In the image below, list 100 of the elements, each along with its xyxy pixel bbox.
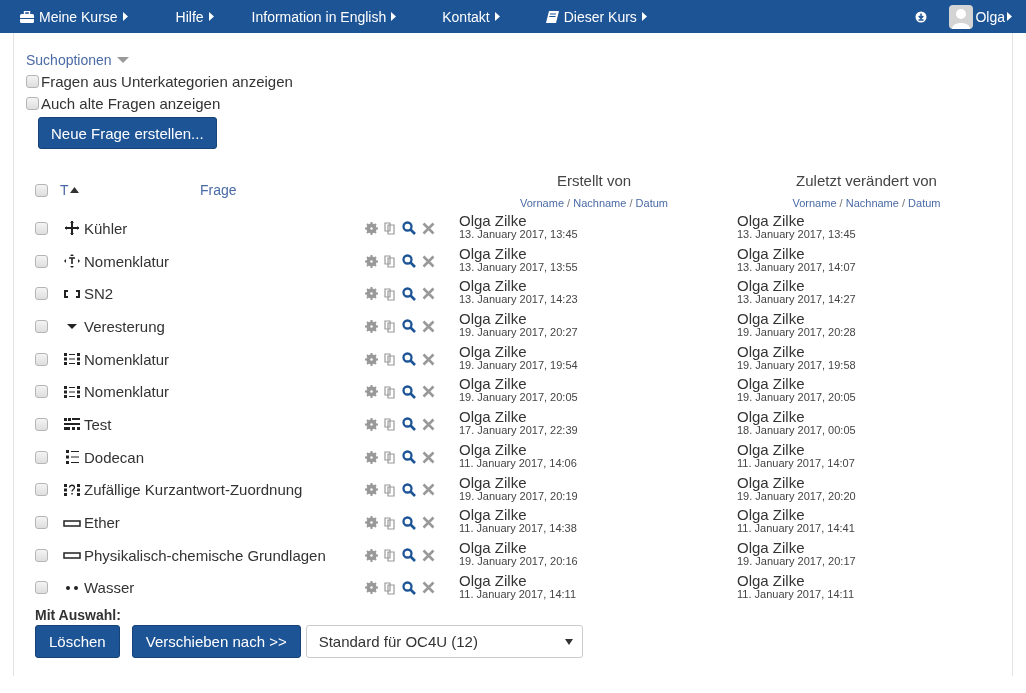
caret-icon (494, 12, 500, 21)
delete-icon[interactable] (422, 483, 435, 497)
checkbox[interactable] (35, 287, 48, 301)
nav-menu[interactable]: Kontakt (442, 8, 500, 25)
nav-menu[interactable]: Hilfe (175, 8, 214, 25)
question-name: Kühler (84, 219, 129, 237)
delete-icon[interactable] (422, 319, 435, 333)
author-name: Olga Zilke (737, 278, 805, 294)
delete-icon[interactable] (422, 254, 435, 268)
search-icon[interactable] (402, 450, 416, 465)
copy-icon[interactable] (384, 482, 396, 497)
search-icon[interactable] (402, 319, 416, 334)
copy-icon[interactable] (384, 417, 396, 432)
gear-icon[interactable] (365, 287, 378, 301)
search-icon[interactable] (402, 580, 416, 595)
question-match-icon (64, 482, 80, 497)
copy-icon[interactable] (384, 352, 396, 367)
search-icon[interactable] (402, 286, 416, 301)
create-question-button[interactable]: Neue Frage erstellen... (38, 117, 217, 149)
matching-list-icon (64, 384, 80, 399)
gear-icon[interactable] (365, 581, 378, 595)
sort-link[interactable]: Datum (635, 197, 668, 209)
gear-icon[interactable] (365, 352, 378, 366)
copy-icon[interactable] (384, 515, 396, 530)
type-sort-link[interactable]: T (60, 182, 69, 198)
timestamp: 19. January 2017, 20:20 (737, 490, 857, 502)
gear-icon[interactable] (365, 516, 378, 530)
search-icon[interactable] (402, 384, 416, 399)
category-select[interactable]: Standard für OC4U (12) (305, 625, 583, 659)
bullet-list-icon (64, 450, 80, 465)
copy-icon[interactable] (384, 580, 396, 595)
gear-icon[interactable] (365, 221, 378, 235)
delete-icon[interactable] (422, 352, 435, 366)
timestamp: 11. January 2017, 14:11 (737, 588, 855, 600)
sort-link[interactable]: Nachname (845, 197, 899, 209)
timestamp: 19. January 2017, 20:05 (459, 392, 579, 404)
checkbox[interactable] (35, 385, 48, 399)
sort-link[interactable]: Vorname (792, 197, 837, 209)
checkbox[interactable] (35, 516, 48, 530)
gear-icon[interactable] (365, 548, 378, 562)
checkbox[interactable] (35, 548, 48, 562)
sort-link[interactable]: Datum (908, 197, 941, 209)
copy-icon[interactable] (384, 286, 396, 301)
gear-icon[interactable] (365, 417, 378, 431)
checkbox[interactable] (35, 417, 48, 431)
delete-icon[interactable] (422, 385, 435, 399)
move-button[interactable]: Verschieben nach >> (131, 625, 301, 659)
checkbox[interactable] (35, 450, 48, 464)
checkbox[interactable] (35, 581, 48, 595)
briefcase-icon (20, 10, 34, 23)
two-dots-icon (66, 585, 78, 590)
copy-icon[interactable] (384, 548, 396, 563)
gear-icon[interactable] (365, 483, 378, 497)
checkbox[interactable] (35, 483, 48, 497)
search-options-link[interactable]: Suchoptionen (26, 52, 112, 68)
search-icon[interactable] (402, 254, 416, 269)
delete-icon[interactable] (422, 548, 435, 562)
search-icon[interactable] (402, 352, 416, 367)
gear-icon[interactable] (365, 319, 378, 333)
search-icon[interactable] (402, 417, 416, 432)
delete-icon[interactable] (422, 581, 435, 595)
timestamp: 11. January 2017, 14:11 (459, 588, 577, 600)
question-name: Nomenklatur (84, 252, 171, 270)
sort-link[interactable]: Vorname (520, 197, 564, 209)
search-icon[interactable] (402, 515, 416, 530)
question-sort-link[interactable]: Frage (200, 182, 237, 198)
checkbox[interactable] (35, 352, 48, 366)
nav-menu[interactable]: Information in English (251, 8, 397, 25)
download-icon[interactable] (915, 10, 928, 23)
checkbox[interactable] (35, 221, 48, 235)
copy-icon[interactable] (384, 450, 396, 465)
search-icon[interactable] (402, 548, 416, 563)
checkbox[interactable] (35, 254, 48, 268)
search-icon[interactable] (402, 482, 416, 497)
nav-menu[interactable]: Dieser Kurs (544, 8, 647, 25)
copy-icon[interactable] (384, 319, 396, 334)
sort-link[interactable]: Nachname (573, 197, 627, 209)
author-name: Olga Zilke (737, 343, 806, 359)
nav-menu[interactable]: Meine Kurse (20, 8, 128, 25)
checkbox[interactable] (26, 74, 39, 88)
gear-icon[interactable] (365, 254, 378, 268)
copy-icon[interactable] (384, 254, 396, 269)
checkbox[interactable] (26, 96, 39, 110)
search-icon[interactable] (402, 221, 416, 236)
delete-icon[interactable] (422, 287, 435, 301)
delete-icon[interactable] (422, 221, 435, 235)
author-name: Olga Zilke (459, 572, 528, 588)
checkbox[interactable] (35, 183, 48, 197)
gear-icon[interactable] (365, 385, 378, 399)
copy-icon[interactable] (384, 221, 396, 236)
user-menu[interactable]: Olga (949, 4, 1012, 29)
author-name: Olga Zilke (737, 376, 805, 392)
question-name: SN2 (84, 285, 115, 303)
delete-icon[interactable] (422, 516, 435, 530)
gear-icon[interactable] (365, 450, 378, 464)
copy-icon[interactable] (384, 384, 396, 399)
checkbox[interactable] (35, 319, 48, 333)
delete-icon[interactable] (422, 417, 435, 431)
delete-icon[interactable] (422, 450, 435, 464)
delete-button[interactable]: Löschen (35, 625, 120, 659)
